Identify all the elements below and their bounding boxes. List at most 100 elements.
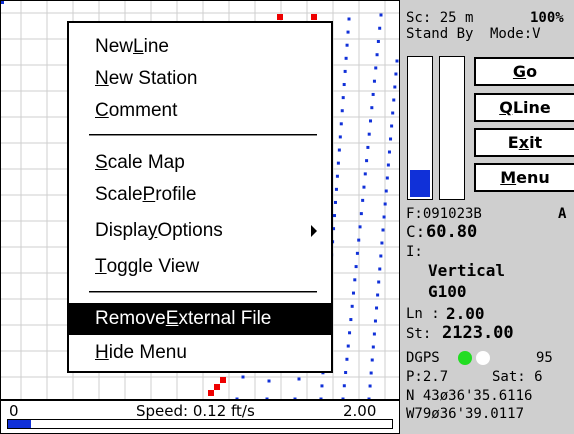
- station-marker: [208, 390, 214, 396]
- speed-progress-fill: [8, 420, 32, 428]
- station-marker: [214, 384, 220, 390]
- survey-track-point: [350, 304, 354, 308]
- survey-track-point: [379, 254, 383, 258]
- survey-track-point: [394, 72, 398, 76]
- survey-track-point: [341, 96, 345, 100]
- menu-item-hide-menu[interactable]: Hide Menu: [69, 337, 331, 369]
- survey-track-point: [241, 375, 245, 379]
- menu-item-label: xternal File: [178, 308, 272, 329]
- exit-button[interactable]: Ex it: [474, 128, 574, 157]
- c-value: 60.80: [426, 222, 478, 242]
- menu-item-label: Scale: [95, 184, 143, 205]
- survey-track-point: [358, 225, 362, 229]
- gps-status-icon: [476, 351, 490, 365]
- scale-readout: Sc: 25 m: [406, 10, 474, 26]
- context-menu: New Line New Station Comment Scale Map S…: [67, 21, 333, 373]
- survey-track-point: [379, 13, 383, 17]
- menu-item-accelerator: C: [95, 100, 109, 121]
- mode-readout: Mode:V: [490, 26, 541, 42]
- go-button[interactable]: Go: [474, 57, 574, 86]
- button-label: it: [529, 133, 543, 152]
- survey-track-point: [374, 66, 378, 70]
- survey-track-point: [376, 293, 380, 297]
- menu-item-label: rofile: [155, 184, 197, 205]
- survey-track-point: [376, 39, 380, 43]
- survey-track-point: [355, 251, 359, 255]
- menu-item-scale-profile[interactable]: Scale Profile: [69, 179, 331, 211]
- menu-item-new-station[interactable]: New Station: [69, 63, 331, 95]
- survey-track-point: [342, 83, 346, 87]
- survey-track-point: [363, 172, 367, 176]
- button-label: enu: [516, 168, 550, 187]
- signal-meter-left: [407, 56, 433, 200]
- survey-track-point: [336, 161, 340, 165]
- menu-item-scale-map[interactable]: Scale Map: [69, 147, 331, 179]
- survey-track-point: [366, 145, 370, 149]
- button-accelerator: G: [512, 62, 527, 81]
- survey-track-point: [334, 187, 338, 191]
- signal-meter-right: [439, 56, 465, 200]
- dgps-value: 95: [536, 350, 553, 366]
- survey-track-point: [345, 43, 349, 47]
- menu-item-label: New: [95, 36, 134, 57]
- survey-track-point: [381, 228, 385, 232]
- survey-track-point: [392, 98, 396, 102]
- survey-track-point: [378, 267, 382, 271]
- survey-track-point: [393, 85, 397, 89]
- menu-item-accelerator: P: [142, 184, 156, 205]
- survey-track-point: [348, 331, 352, 335]
- menu-item-accelerator: H: [95, 342, 109, 363]
- station-marker: [220, 377, 226, 383]
- menu-item-new-line[interactable]: New Line: [69, 31, 331, 63]
- menu-item-remove-external-file[interactable]: Remove External File: [69, 303, 331, 335]
- qline-button[interactable]: Q Line: [474, 93, 574, 122]
- button-accelerator: M: [500, 168, 517, 187]
- latitude-readout: N 43ø36'35.6116: [406, 388, 533, 404]
- menu-item-label: Displa: [95, 220, 148, 241]
- survey-track-point: [367, 132, 371, 136]
- survey-track-point: [344, 56, 348, 60]
- map-view[interactable]: New Line New Station Comment Scale Map S…: [0, 0, 400, 400]
- menu-item-accelerator: E: [165, 308, 179, 329]
- survey-track-point: [389, 137, 393, 141]
- button-label: E: [507, 133, 519, 152]
- menu-item-accelerator: T: [95, 256, 107, 277]
- survey-track-point: [371, 92, 375, 96]
- survey-track-point: [386, 163, 390, 167]
- survey-track-point: [370, 358, 374, 362]
- menu-item-label: omment: [108, 100, 178, 121]
- survey-track-point: [361, 198, 365, 202]
- menu-item-comment[interactable]: Comment: [69, 95, 331, 127]
- menu-item-display-options[interactable]: Displa y Options: [69, 215, 331, 247]
- instrument-name: Vertical: [428, 261, 506, 280]
- survey-track-point: [370, 106, 374, 110]
- menu-item-label: cale Map: [107, 152, 185, 173]
- survey-track-point: [378, 26, 382, 30]
- survey-track-point: [351, 291, 355, 295]
- menu-button[interactable]: Menu: [474, 163, 574, 192]
- menu-item-toggle-view[interactable]: Toggle View: [69, 251, 331, 283]
- survey-track-point: [335, 174, 339, 178]
- station-marker: [277, 14, 283, 20]
- c-label: C:: [406, 222, 426, 241]
- zoom-readout: 100%: [530, 10, 564, 26]
- survey-track-point: [391, 111, 395, 115]
- menu-item-label: Options: [157, 220, 223, 241]
- survey-track-point: [362, 185, 366, 189]
- menu-separator: [89, 134, 317, 136]
- survey-track-point: [342, 384, 346, 388]
- survey-track-point: [369, 371, 373, 375]
- survey-track-point: [349, 318, 353, 322]
- speed-readout: Speed: 0.12 ft/s: [136, 402, 255, 420]
- menu-item-accelerator: S: [95, 152, 108, 173]
- survey-track-point: [387, 150, 391, 154]
- survey-track-point: [380, 241, 384, 245]
- button-accelerator: x: [518, 133, 530, 152]
- survey-track-point: [354, 265, 358, 269]
- survey-track-point: [372, 79, 376, 83]
- button-label: Line: [512, 98, 551, 117]
- dgps-label: DGPS: [406, 350, 440, 366]
- status-panel: Sc: 25 m 100% Stand By Mode:V Go Q Line E…: [400, 0, 574, 434]
- button-accelerator: Q: [499, 98, 513, 117]
- speed-progress-track: [7, 419, 393, 429]
